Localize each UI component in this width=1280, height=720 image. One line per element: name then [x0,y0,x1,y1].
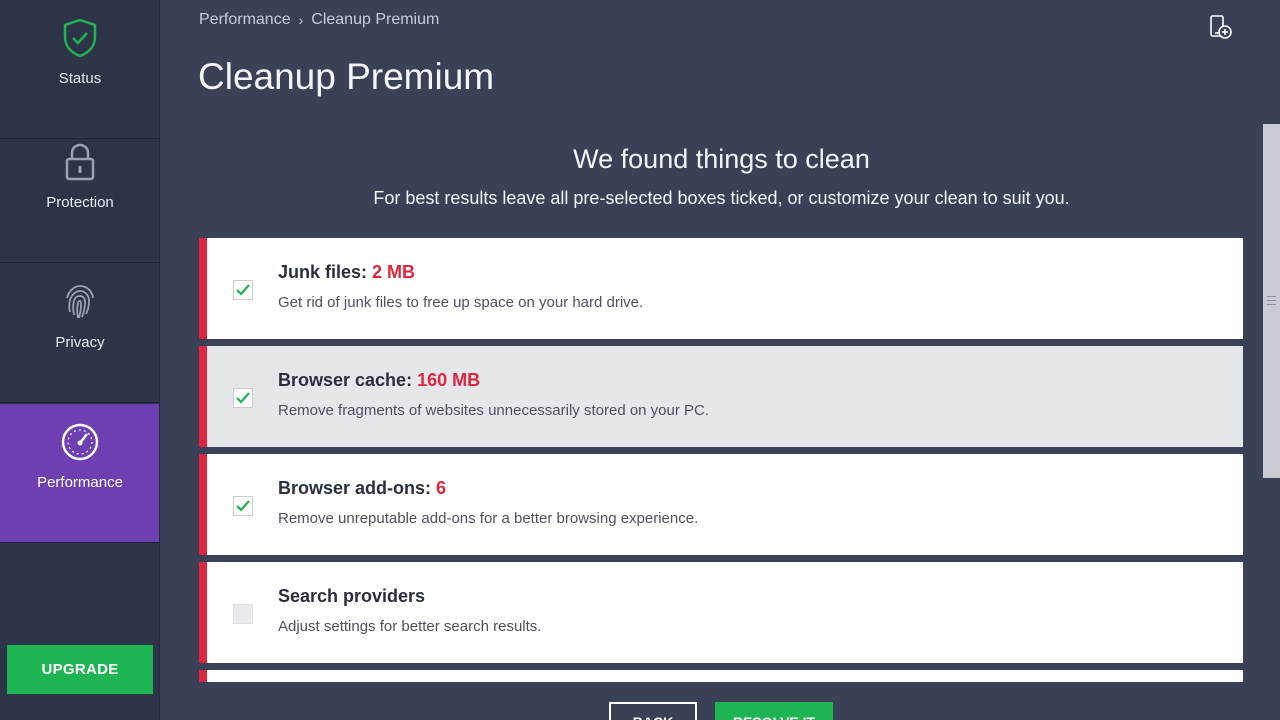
nav-label-status: Status [58,70,102,87]
cleanup-item-junk-files[interactable]: Junk files: 2 MB Get rid of junk files t… [199,238,1243,339]
item-title: Browser cache: 160 MB [278,370,480,391]
item-title-text: Junk files: [278,262,368,282]
item-title-text: Browser cache: [278,370,413,390]
nav-item-privacy[interactable]: Privacy [0,264,160,403]
item-description: Get rid of junk files to free up space o… [278,294,644,311]
chevron-right-icon: › [298,12,304,28]
item-title: Search providers [278,586,425,607]
device-add-icon[interactable] [1209,14,1233,40]
nav-label-privacy: Privacy [55,334,105,351]
nav-label-performance: Performance [37,474,123,491]
checkbox-browser-addons[interactable] [233,496,253,516]
checkmark-icon [236,284,250,296]
item-description: Remove fragments of websites unnecessari… [278,402,710,419]
breadcrumb-performance[interactable]: Performance [199,11,291,29]
speedometer-icon [60,422,100,462]
checkbox-junk-files[interactable] [233,280,253,300]
breadcrumb: Performance › Cleanup Premium [199,11,439,29]
cleanup-item-browser-cache[interactable]: Browser cache: 160 MB Remove fragments o… [199,346,1243,447]
sidebar-divider [159,0,160,720]
item-amount: 160 MB [417,370,481,390]
fingerprint-icon [60,282,100,322]
upgrade-button[interactable]: UPGRADE [7,645,153,694]
nav-label-protection: Protection [46,194,114,211]
cleanup-item-partial [199,670,1243,682]
lock-icon [60,142,100,182]
cleanup-item-search-providers[interactable]: Search providers Adjust settings for bet… [199,562,1243,663]
checkmark-icon [236,392,250,404]
results-heading: We found things to clean [573,144,870,174]
item-title-text: Browser add-ons: [278,478,432,498]
checkmark-icon [236,500,250,512]
item-description: Adjust settings for better search result… [278,618,542,635]
item-amount: 2 MB [372,262,416,282]
nav-item-protection[interactable]: Protection [0,124,160,263]
checkbox-browser-cache[interactable] [233,388,253,408]
item-title: Browser add-ons: 6 [278,478,446,499]
back-button[interactable]: BACK [609,702,697,720]
nav-item-performance[interactable]: Performance [0,404,160,543]
item-title-text: Search providers [278,586,426,606]
item-description: Remove unreputable add-ons for a better … [278,510,699,527]
breadcrumb-cleanup-premium: Cleanup Premium [311,11,440,28]
results-subheading: For best results leave all pre-selected … [373,188,1070,208]
page-title: Cleanup Premium [198,56,495,97]
cleanup-item-browser-addons[interactable]: Browser add-ons: 6 Remove unreputable ad… [199,454,1243,555]
grip-icon [1267,296,1276,306]
shield-check-icon [60,18,100,58]
item-title: Junk files: 2 MB [278,262,415,283]
sidebar: Status Protection Privacy Performance UP… [0,0,160,720]
item-amount: 6 [436,478,447,498]
resolve-button[interactable]: RESOLVE IT [715,702,833,720]
checkbox-search-providers[interactable] [233,604,253,624]
nav-item-status[interactable]: Status [0,0,160,139]
